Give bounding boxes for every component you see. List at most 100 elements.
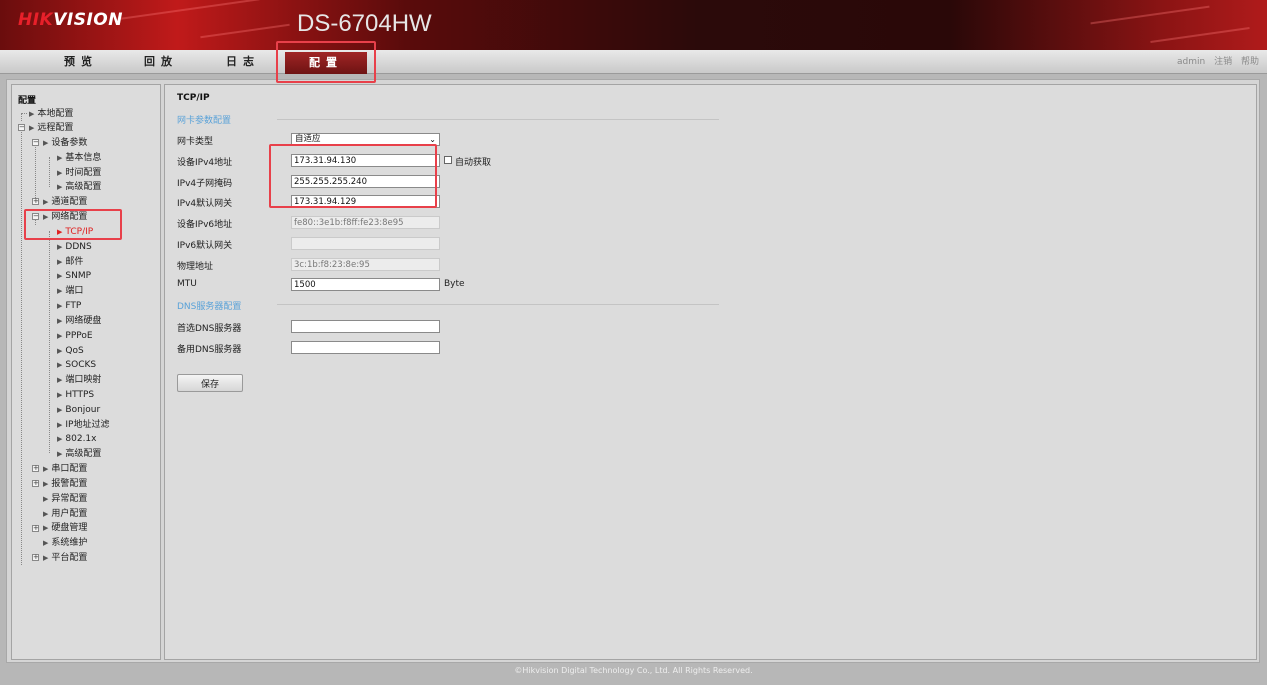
tree-item-system-maintenance[interactable]: ▶ 系统维护 [43, 536, 87, 550]
save-button[interactable]: 保存 [177, 374, 243, 392]
group-divider [277, 119, 719, 120]
arrow-right-icon: ▶ [43, 510, 49, 518]
expand-hdd-icon[interactable]: + [32, 525, 39, 532]
help-link[interactable]: 帮助 [1241, 57, 1259, 67]
expand-alarm-icon[interactable]: + [32, 480, 39, 487]
ipv4-gateway-input[interactable] [291, 195, 440, 208]
collapse-remote-icon[interactable]: − [18, 124, 25, 131]
tree-item-socks[interactable]: ▶ SOCKS [57, 358, 96, 372]
mtu-unit: Byte [444, 279, 465, 289]
arrow-right-icon: ▶ [57, 450, 63, 458]
tree-item-network-config[interactable]: ▶ 网络配置 [43, 210, 87, 224]
dns-secondary-input[interactable] [291, 341, 440, 354]
ipv4-mask-input[interactable] [291, 175, 440, 188]
tree-item-nas[interactable]: ▶ 网络硬盘 [57, 314, 101, 328]
arrow-right-icon: ▶ [57, 317, 63, 325]
tree-item-channel-config[interactable]: ▶ 通道配置 [43, 195, 87, 209]
tree-item-8021x[interactable]: ▶ 802.1x [57, 432, 96, 446]
user-links: admin 注销 帮助 [1171, 50, 1259, 74]
tree-item-port[interactable]: ▶ 端口 [57, 284, 83, 298]
device-model-title: DS-6704HW [297, 10, 432, 37]
tree-item-serial-config[interactable]: ▶ 串口配置 [43, 462, 87, 476]
tree-item-ip-filter[interactable]: ▶ IP地址过滤 [57, 418, 109, 432]
tree-item-hdd-management[interactable]: ▶ 硬盘管理 [43, 521, 87, 535]
arrow-right-icon: ▶ [57, 332, 63, 340]
arrow-right-icon: ▶ [57, 169, 63, 177]
auto-obtain-label: 自动获取 [455, 158, 492, 168]
arrow-right-icon: ▶ [43, 554, 49, 562]
tree-item-https[interactable]: ▶ HTTPS [57, 388, 94, 402]
arrow-right-icon: ▶ [43, 524, 49, 532]
arrow-right-icon: ▶ [57, 272, 63, 280]
arrow-right-icon: ▶ [29, 110, 35, 118]
tree-item-basic-info[interactable]: ▶ 基本信息 [57, 151, 101, 165]
tree-item-alarm-config[interactable]: ▶ 报警配置 [43, 477, 87, 491]
arrow-right-icon: ▶ [43, 198, 49, 206]
tab-log[interactable]: 日志 [206, 50, 280, 74]
collapse-network-icon[interactable]: − [32, 213, 39, 220]
dns-primary-label: 首选DNS服务器 [177, 324, 242, 334]
tree-item-pppoe[interactable]: ▶ PPPoE [57, 329, 93, 343]
tree-item-remote-config[interactable]: ▶ 远程配置 [29, 121, 73, 135]
tree-item-email[interactable]: ▶ 邮件 [57, 255, 83, 269]
dns-secondary-label: 备用DNS服务器 [177, 345, 242, 355]
tab-preview[interactable]: 预览 [36, 50, 126, 74]
arrow-right-icon: ▶ [43, 495, 49, 503]
tree-item-device-params[interactable]: ▶ 设备参数 [43, 136, 87, 150]
nic-type-select[interactable]: 自适应 ⌄ [291, 133, 440, 146]
arrow-right-icon: ▶ [57, 435, 63, 443]
tree-item-port-mapping[interactable]: ▶ 端口映射 [57, 373, 101, 387]
arrow-right-icon: ▶ [57, 302, 63, 310]
tree-item-ddns[interactable]: ▶ DDNS [57, 240, 92, 254]
arrow-right-icon: ▶ [43, 539, 49, 547]
ipv4-mask-label: IPv4子网掩码 [177, 179, 233, 189]
tree-item-local-config[interactable]: ▶ 本地配置 [29, 107, 73, 121]
mtu-label: MTU [177, 279, 197, 289]
tab-playback[interactable]: 回放 [126, 50, 196, 74]
ipv6-address-input [291, 216, 440, 229]
ipv4-gateway-label: IPv4默认网关 [177, 199, 233, 209]
ipv6-address-label: 设备IPv6地址 [177, 220, 233, 230]
ipv4-address-input[interactable] [291, 154, 440, 167]
tree-item-bonjour[interactable]: ▶ Bonjour [57, 403, 100, 417]
arrow-right-icon: ▶ [57, 154, 63, 162]
mtu-input[interactable] [291, 278, 440, 291]
section-title: TCP/IP [177, 93, 210, 103]
tree-item-platform-config[interactable]: ▶ 平台配置 [43, 551, 87, 565]
config-tree-sidebar: 配置 − − + − + + + + ▶ 本地配置 ▶ 远程配置 ▶ 设备参数 ▶ 基本… [11, 84, 161, 660]
nic-group-title: 网卡参数配置 [177, 116, 232, 126]
logout-link[interactable]: 注销 [1214, 57, 1232, 67]
tab-config[interactable]: 配置 [285, 52, 367, 74]
tcpip-settings-panel: TCP/IP 网卡参数配置 网卡类型 自适应⌄ 设备IPv4地址 自动获取 IP… [164, 84, 1257, 660]
chevron-down-icon: ⌄ [429, 135, 436, 144]
tree-item-advanced-network[interactable]: ▶ 高级配置 [57, 447, 101, 461]
ipv6-gateway-label: IPv6默认网关 [177, 241, 233, 251]
arrow-right-icon: ▶ [57, 183, 63, 191]
dns-group-title: DNS服务器配置 [177, 302, 242, 312]
collapse-device-params-icon[interactable]: − [32, 139, 39, 146]
tree-item-time-config[interactable]: ▶ 时间配置 [57, 166, 101, 180]
tree-item-ftp[interactable]: ▶ FTP [57, 299, 81, 313]
tree-item-qos[interactable]: ▶ QoS [57, 344, 84, 358]
arrow-right-icon: ▶ [57, 376, 63, 384]
arrow-right-icon: ▶ [57, 243, 63, 251]
username-label: admin [1177, 57, 1206, 67]
arrow-right-icon: ▶ [57, 361, 63, 369]
auto-obtain-checkbox[interactable] [444, 156, 452, 164]
nic-type-label: 网卡类型 [177, 137, 214, 147]
expand-platform-icon[interactable]: + [32, 554, 39, 561]
tree-title: 配置 [18, 96, 37, 106]
expand-channel-icon[interactable]: + [32, 198, 39, 205]
arrow-right-icon: ▶ [43, 139, 49, 147]
tree-item-exception-config[interactable]: ▶ 异常配置 [43, 492, 87, 506]
arrow-right-icon: ▶ [57, 347, 63, 355]
dns-primary-input[interactable] [291, 320, 440, 333]
mac-address-input [291, 258, 440, 271]
tree-item-snmp[interactable]: ▶ SNMP [57, 269, 91, 283]
expand-serial-icon[interactable]: + [32, 465, 39, 472]
tree-item-user-config[interactable]: ▶ 用户配置 [43, 507, 87, 521]
tree-item-advanced-device[interactable]: ▶ 高级配置 [57, 180, 101, 194]
arrow-right-icon: ▶ [57, 421, 63, 429]
hikvision-logo: HIKVISION [18, 10, 123, 30]
tree-item-tcpip[interactable]: ▶ TCP/IP [57, 225, 93, 239]
